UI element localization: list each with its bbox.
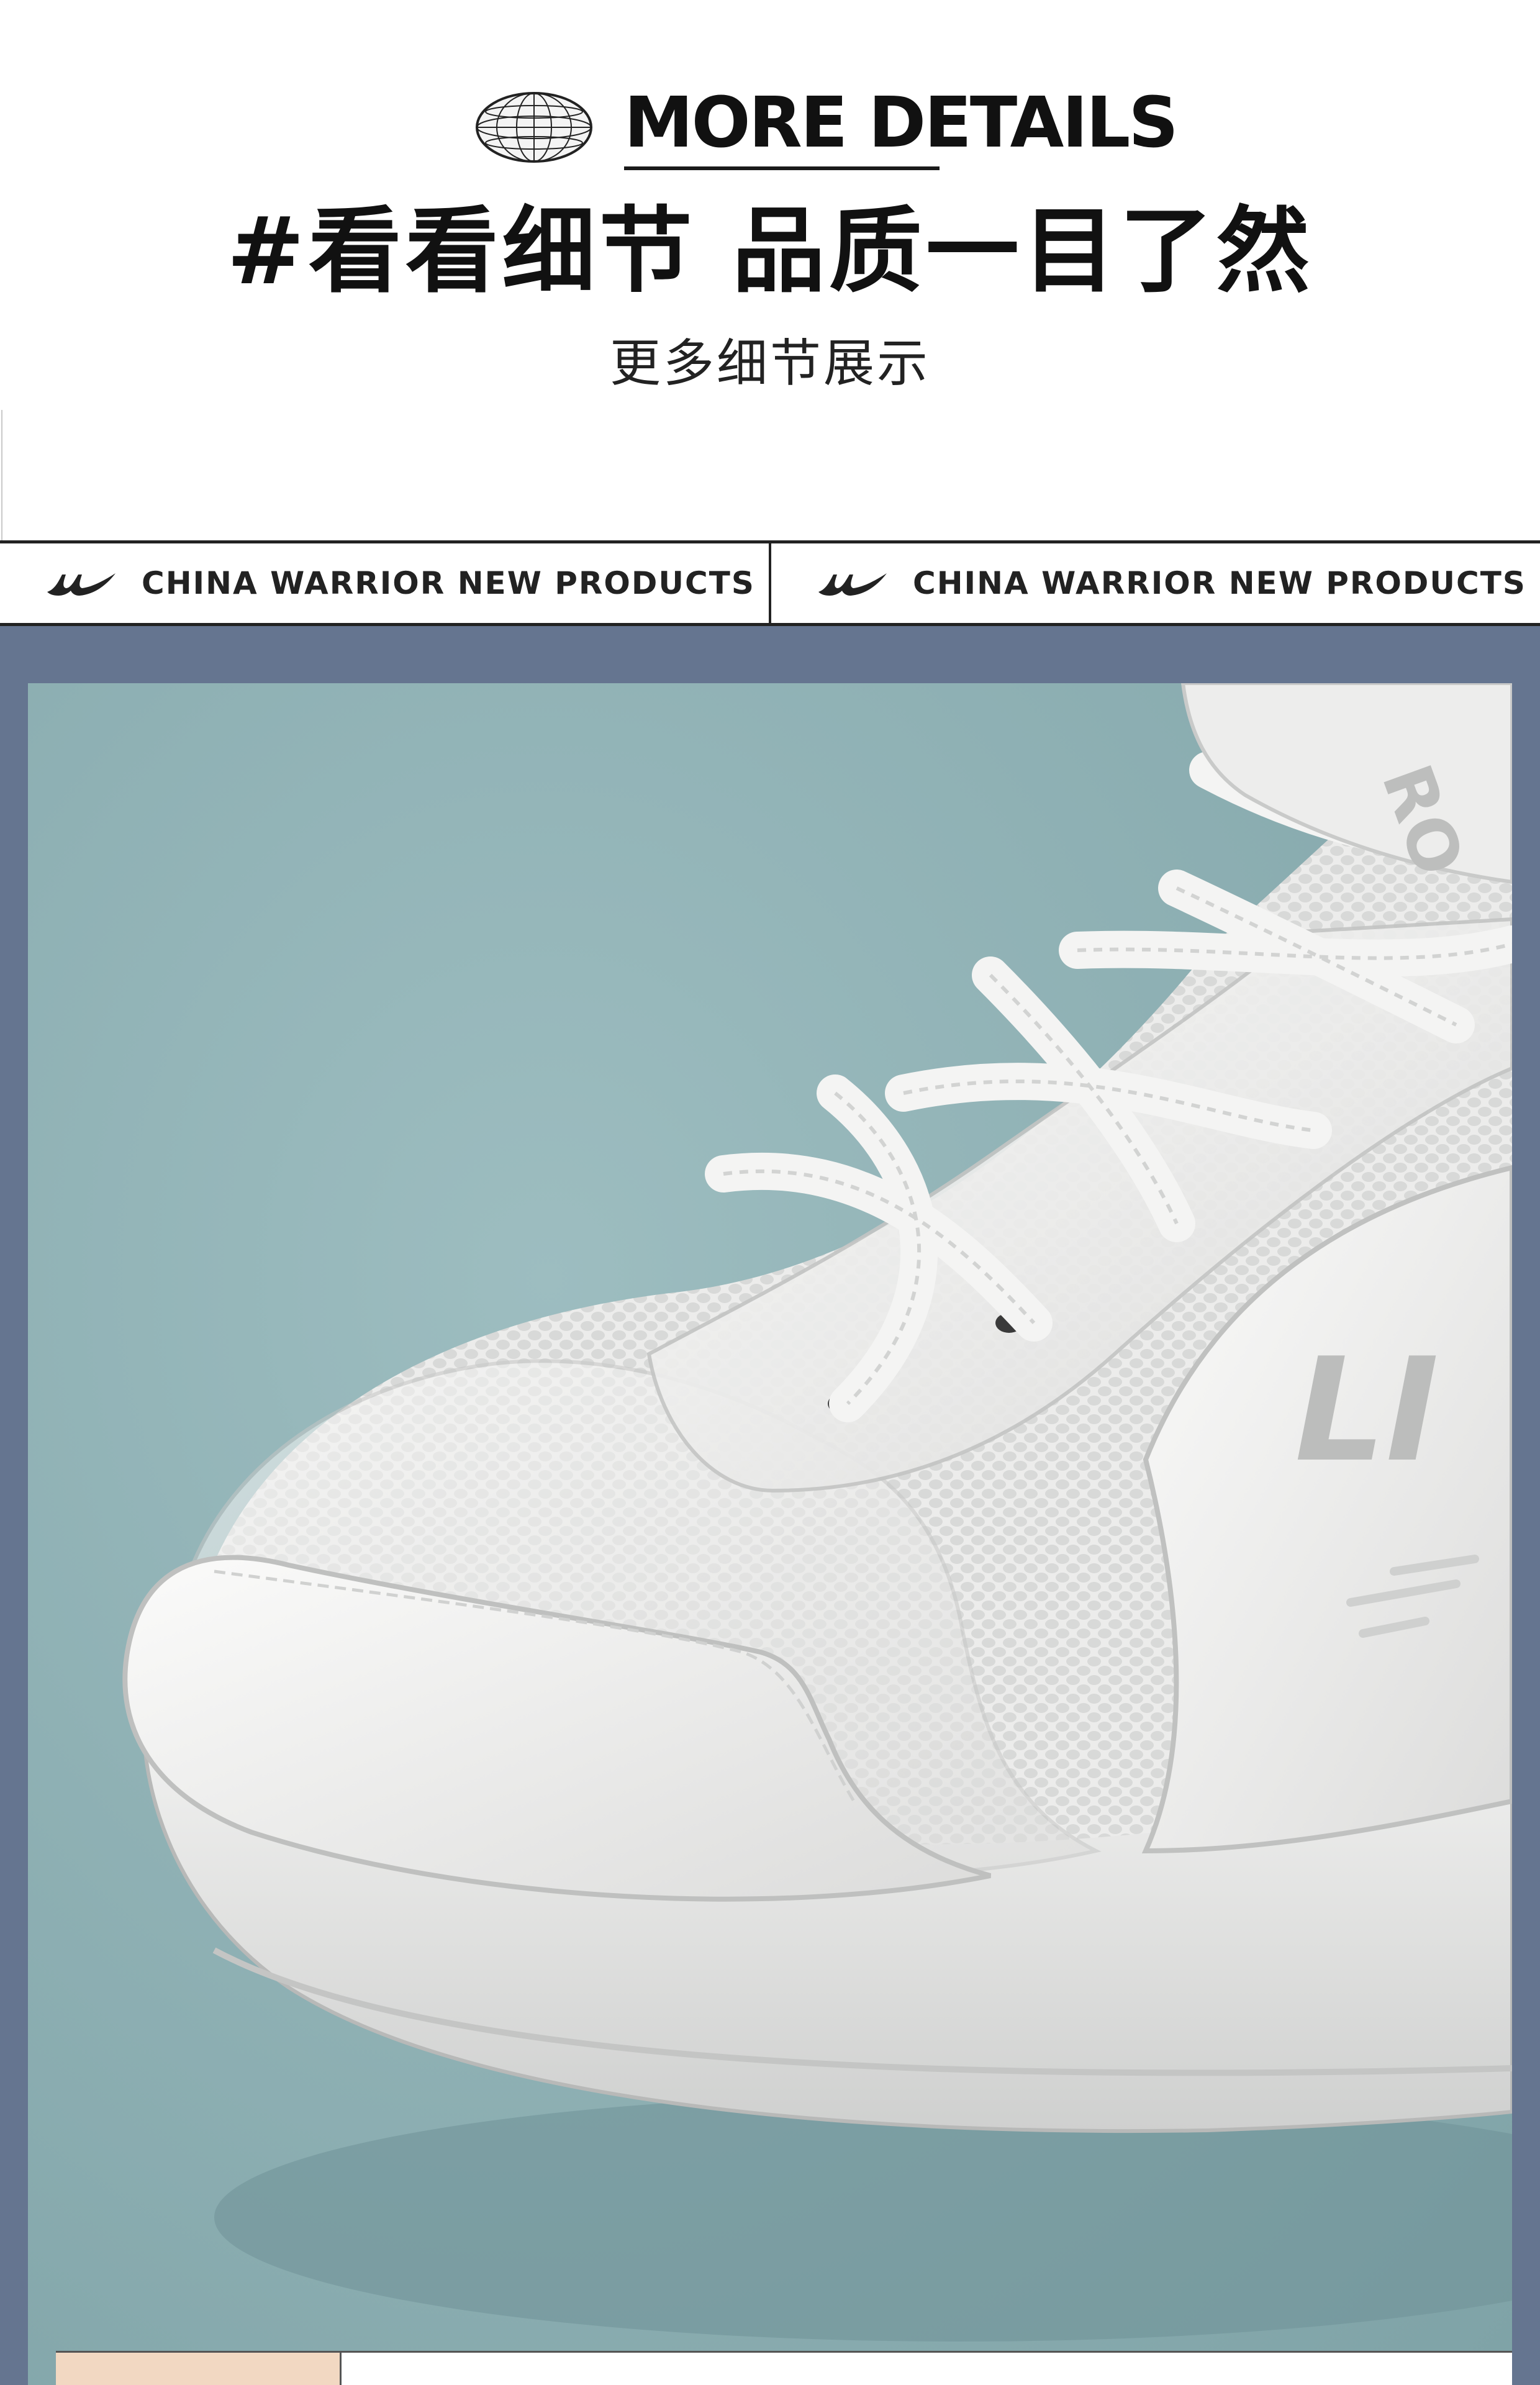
details-header: MORE DETAILS #看看细节 品质一目了然 更多细节展示 [0,0,1540,540]
brand-text-right: CHINA WARRIOR NEW PRODUCTS [913,565,1526,601]
shoe-side-logo: LI [1295,1328,1439,1494]
product-detail-page: MORE DETAILS #看看细节 品质一目了然 更多细节展示 CHINA W… [0,0,1540,2385]
color-swatch [56,2351,342,2385]
chinese-subtitle: 更多细节展示 [609,334,930,393]
brand-logo-icon [47,573,116,596]
brand-cell-right: CHINA WARRIOR NEW PRODUCTS [769,543,1540,623]
brand-text-left: CHINA WARRIOR NEW PRODUCTS [142,565,755,601]
brand-logo-icon [818,573,887,596]
title-row: MORE DETAILS [472,81,1179,174]
sneaker-photo: RO LI [28,683,1512,2385]
brand-bar: CHINA WARRIOR NEW PRODUCTS CHINA WARRIOR… [0,540,1540,626]
globe-icon [476,92,592,163]
sneaker-illustration: RO LI [28,683,1512,2385]
left-edge-line [1,410,2,540]
photo-frame: RO LI [0,626,1540,2385]
title-underline [624,166,940,170]
brand-cell-left: CHINA WARRIOR NEW PRODUCTS [0,543,769,623]
chinese-headline: #看看细节 品质一目了然 [227,198,1313,306]
more-details-title: MORE DETAILS [624,83,1179,163]
